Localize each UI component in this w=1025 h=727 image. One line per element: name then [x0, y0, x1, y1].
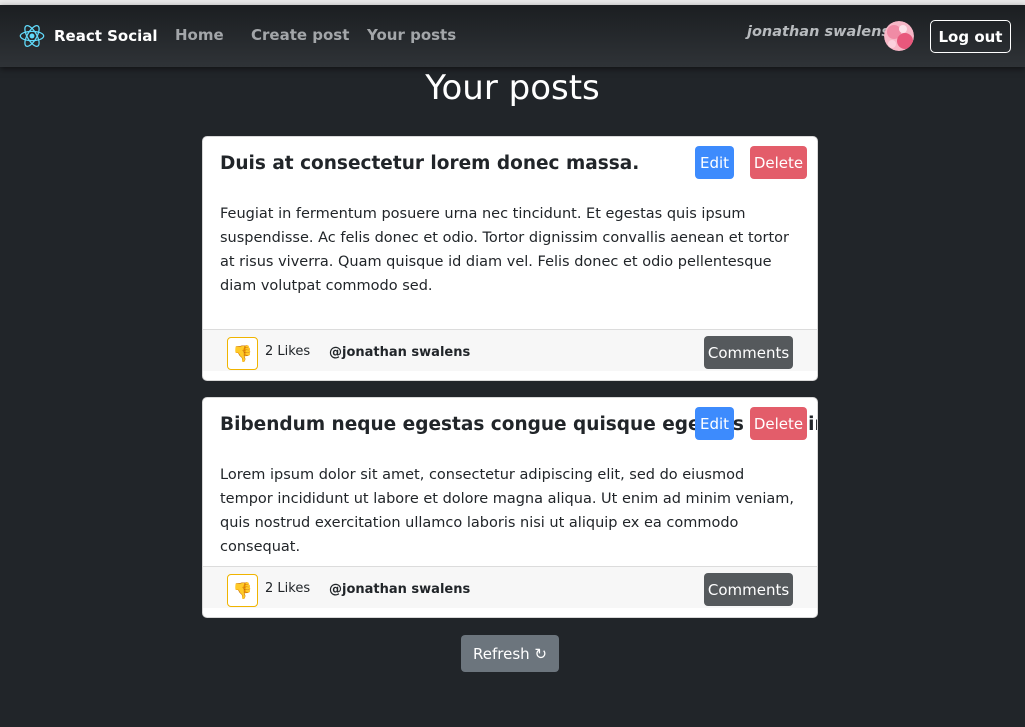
post-body: Feugiat in fermentum posuere urna nec ti…	[220, 206, 789, 294]
avatar-image	[884, 21, 914, 51]
nav-link-your-posts[interactable]: Your posts	[367, 26, 456, 44]
like-button[interactable]: 👎	[227, 574, 258, 607]
nav-link-home[interactable]: Home	[175, 26, 224, 44]
brand[interactable]: React Social	[18, 22, 158, 50]
edit-button[interactable]: Edit	[695, 146, 734, 179]
page-title: Your posts	[425, 68, 600, 108]
likes-count: 2 Likes	[265, 344, 311, 359]
user-name: jonathan swalens	[747, 24, 891, 40]
like-button[interactable]: 👎	[227, 337, 258, 370]
post-card: Duis at consectetur lorem donec massa. E…	[202, 136, 818, 381]
nav-link-create-post[interactable]: Create post	[251, 26, 349, 44]
post-author: @jonathan swalens	[329, 582, 471, 597]
refresh-button[interactable]: Refresh ↻	[461, 635, 559, 672]
navbar: React Social Home Create post Your posts…	[0, 5, 1025, 67]
post-title: Duis at consectetur lorem donec massa.	[220, 153, 640, 174]
avatar[interactable]	[884, 21, 914, 51]
post-author: @jonathan swalens	[329, 345, 471, 360]
delete-button[interactable]: Delete	[750, 146, 807, 179]
post-footer: 👎 2 Likes @jonathan swalens Comments	[203, 566, 817, 608]
logout-button[interactable]: Log out	[930, 20, 1011, 53]
edit-button[interactable]: Edit	[695, 407, 734, 440]
post-card: Bibendum neque egestas congue quisque eg…	[202, 397, 818, 618]
thumbs-down-icon: 👎	[232, 345, 253, 363]
thumbs-down-icon: 👎	[232, 582, 253, 600]
post-body: Lorem ipsum dolor sit amet, consectetur …	[220, 467, 794, 555]
brand-name: React Social	[54, 27, 158, 45]
comments-button[interactable]: Comments	[704, 573, 793, 606]
post-footer: 👎 2 Likes @jonathan swalens Comments	[203, 329, 817, 371]
likes-count: 2 Likes	[265, 581, 311, 596]
react-logo-icon	[19, 24, 45, 48]
delete-button[interactable]: Delete	[750, 407, 807, 440]
comments-button[interactable]: Comments	[704, 336, 793, 369]
